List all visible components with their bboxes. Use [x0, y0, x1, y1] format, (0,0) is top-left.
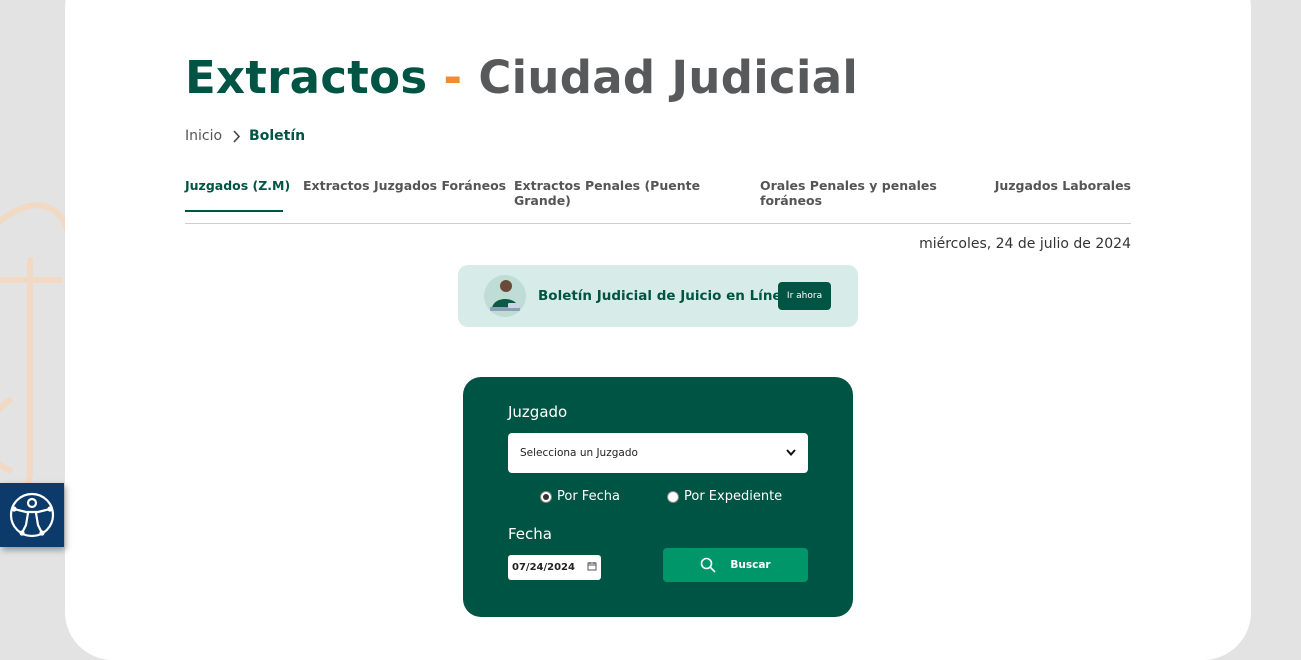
- radio-por-expediente[interactable]: Por Expediente: [667, 489, 782, 504]
- tab-juzgados-zm[interactable]: Juzgados (Z.M): [185, 178, 290, 193]
- tab-orales-penales[interactable]: Orales Penales y penales foráneos: [760, 178, 960, 208]
- person-illustration-icon: [484, 275, 526, 317]
- title-main: Extractos: [185, 51, 428, 104]
- juzgado-select[interactable]: Selecciona un Juzgado: [508, 433, 808, 473]
- ir-ahora-button[interactable]: Ir ahora: [778, 282, 831, 310]
- radio-por-fecha-label: Por Fecha: [557, 489, 620, 504]
- fecha-label: Fecha: [508, 525, 552, 543]
- banner-text: Boletín Judicial de Juicio en Línea: [538, 288, 791, 304]
- tab-extractos-penales[interactable]: Extractos Penales (Puente Grande): [514, 178, 714, 208]
- breadcrumb: Inicio Boletín: [185, 128, 305, 144]
- buscar-label: Buscar: [730, 559, 771, 571]
- search-icon: [700, 557, 716, 573]
- radio-button-checked[interactable]: [540, 490, 552, 503]
- buscar-button[interactable]: Buscar: [663, 548, 808, 582]
- fecha-input[interactable]: 07/24/2024: [508, 555, 601, 580]
- search-form: Juzgado Selecciona un Juzgado Por Fecha …: [463, 377, 853, 617]
- fecha-value: 07/24/2024: [512, 562, 575, 573]
- current-date: miércoles, 24 de julio de 2024: [919, 236, 1131, 252]
- tab-bar: Juzgados (Z.M) Extractos Juzgados Foráne…: [185, 178, 1131, 224]
- radio-button[interactable]: [667, 490, 679, 503]
- page-title: Extractos - Ciudad Judicial: [185, 52, 858, 104]
- radio-por-fecha[interactable]: Por Fecha: [540, 489, 620, 504]
- juzgado-selected-value: Selecciona un Juzgado: [520, 447, 638, 459]
- tab-extractos-juzgados-foraneos[interactable]: Extractos Juzgados Foráneos: [303, 178, 506, 193]
- chevron-right-icon: [232, 129, 241, 143]
- calendar-icon[interactable]: [587, 561, 597, 574]
- juicio-en-linea-banner: Boletín Judicial de Juicio en Línea Ir a…: [458, 265, 858, 327]
- active-tab-indicator: [185, 210, 283, 212]
- tab-juzgados-laborales[interactable]: Juzgados Laborales: [995, 178, 1131, 193]
- radio-por-expediente-label: Por Expediente: [684, 489, 783, 504]
- accessibility-button[interactable]: [0, 483, 64, 547]
- juzgado-label: Juzgado: [508, 403, 568, 421]
- title-secondary: Ciudad Judicial: [478, 51, 859, 104]
- chevron-down-icon: [786, 447, 796, 459]
- breadcrumb-current: Boletín: [249, 128, 306, 144]
- accessibility-icon: [9, 492, 55, 538]
- title-separator: -: [443, 51, 463, 104]
- breadcrumb-home[interactable]: Inicio: [185, 128, 222, 144]
